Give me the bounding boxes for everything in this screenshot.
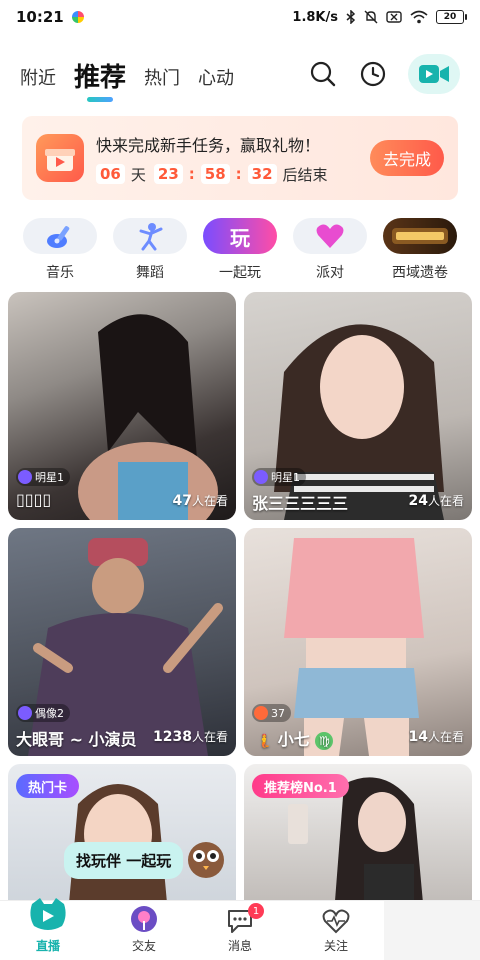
live-card[interactable]: 热门卡 找玩伴 一起玩 [8, 764, 236, 914]
top-nav: 附近 推荐 热门 心动 [0, 48, 480, 102]
unread-badge: 1 [248, 903, 264, 919]
virgo-sign-icon: ♍ [315, 732, 334, 750]
countdown-suffix: 后结束 [282, 165, 328, 184]
countdown-days: 06 [96, 164, 125, 184]
nav-empty-slot [384, 901, 480, 960]
status-right: 1.8K/s 20 [292, 9, 467, 25]
level-badge: 明星1 [16, 468, 70, 486]
game-banner-icon [383, 218, 457, 254]
complete-task-button[interactable]: 去完成 [370, 140, 444, 176]
category-label: 西域遗卷 [392, 265, 448, 281]
tab-nearby[interactable]: 附近 [20, 64, 56, 100]
idol-level-icon [18, 706, 32, 720]
category-label: 舞蹈 [136, 265, 164, 281]
task-banner[interactable]: 快来完成新手任务，赢取礼物！ 06 天 23 : 58 : 32 后结束 去完成 [22, 116, 458, 200]
streamer-name: 大眼哥 ~ 小演员 [16, 730, 137, 749]
heart-icon [293, 218, 367, 254]
active-tab-indicator [87, 97, 113, 102]
lollipop-icon [131, 906, 157, 932]
level-badge: 明星1 [252, 468, 306, 486]
bluetooth-icon [346, 10, 356, 24]
viewer-count: 14人在看 [408, 729, 465, 745]
fire-level-icon [254, 706, 268, 720]
hot-card-tag: 热门卡 [16, 774, 80, 798]
category-play-together[interactable]: 玩 一起玩 [198, 218, 282, 284]
mermaid-icon: 🧜 [256, 734, 273, 749]
category-label: 派对 [316, 265, 344, 281]
countdown-separator: : [188, 165, 195, 183]
history-button[interactable] [358, 59, 388, 89]
star-level-icon [18, 470, 32, 484]
viewer-count: 24人在看 [408, 493, 465, 509]
search-icon [310, 61, 336, 87]
status-bar: 10:21 1.8K/s 20 [0, 0, 480, 34]
live-card[interactable]: 偶像2 大眼哥 ~ 小演员 1238人在看 [8, 528, 236, 756]
streamer-name: ▯▯▯▯ [16, 490, 52, 509]
category-label: 一起玩 [219, 265, 261, 281]
mute-icon [364, 10, 378, 24]
live-card[interactable]: 推荐榜No.1 [244, 764, 472, 914]
category-row: 音乐 舞蹈 玩 一起玩 派对 西域遗卷 [18, 218, 462, 284]
star-level-icon [254, 470, 268, 484]
category-music[interactable]: 音乐 [18, 218, 102, 284]
viewer-count: 47人在看 [172, 493, 229, 509]
nav-messages[interactable]: 1 消息 [192, 901, 288, 960]
banner-title: 快来完成新手任务，赢取礼物！ [96, 135, 321, 155]
countdown-minutes: 58 [200, 164, 230, 184]
search-button[interactable] [308, 59, 338, 89]
live-card[interactable]: 37 🧜 小七 ♍ 14人在看 [244, 528, 472, 756]
nav-live[interactable]: 直播 [0, 898, 96, 960]
owl-mascot-icon [188, 842, 224, 878]
bottom-nav: 直播 交友 1 消息 关注 [0, 898, 480, 960]
battery-indicator: 20 [436, 10, 467, 24]
countdown: 06 天 23 : 58 : 32 后结束 [96, 164, 370, 185]
ranking-tag: 推荐榜No.1 [252, 774, 349, 798]
speech-bubble: 找玩伴 一起玩 [64, 842, 184, 879]
level-badge: 37 [252, 704, 291, 722]
tab-heartbeat[interactable]: 心动 [198, 64, 234, 100]
video-camera-icon [419, 65, 449, 83]
tab-recommended[interactable]: 推荐 [74, 57, 126, 102]
banner-text: 快来完成新手任务，赢取礼物！ 06 天 23 : 58 : 32 后结束 [96, 132, 370, 185]
live-card[interactable]: 明星1 张三三三三三 24人在看 [244, 292, 472, 520]
viewer-count: 1238人在看 [153, 729, 228, 745]
category-label: 音乐 [46, 265, 74, 281]
go-live-button[interactable] [408, 54, 460, 94]
level-badge: 偶像2 [16, 704, 70, 722]
heartbeat-icon [322, 909, 350, 934]
nav-following[interactable]: 关注 [288, 901, 384, 960]
countdown-day-unit: 天 [130, 165, 146, 184]
streamer-name: 张三三三三三 [252, 494, 349, 513]
net-speed: 1.8K/s [292, 9, 338, 25]
nav-friends[interactable]: 交友 [96, 901, 192, 960]
dancer-icon [113, 218, 187, 254]
tab-hot[interactable]: 热门 [144, 64, 180, 100]
streamer-name: 🧜 小七 ♍ [256, 726, 334, 750]
category-game[interactable]: 西域遗卷 [378, 218, 462, 284]
guitar-icon [23, 218, 97, 254]
gift-icon [36, 134, 84, 182]
category-dance[interactable]: 舞蹈 [108, 218, 192, 284]
app-notification-icon [71, 11, 84, 23]
category-party[interactable]: 派对 [288, 218, 372, 284]
live-tv-icon [30, 898, 66, 930]
live-card[interactable]: 明星1 ▯▯▯▯ 47人在看 [8, 292, 236, 520]
countdown-seconds: 32 [247, 164, 277, 184]
wifi-icon [410, 10, 428, 24]
countdown-separator: : [235, 165, 242, 183]
no-sim-icon [386, 11, 402, 23]
play-together-icon: 玩 [203, 218, 277, 254]
top-actions [308, 54, 460, 100]
countdown-hours: 23 [153, 164, 183, 184]
clock-icon [360, 61, 386, 87]
status-time: 10:21 [16, 8, 64, 26]
